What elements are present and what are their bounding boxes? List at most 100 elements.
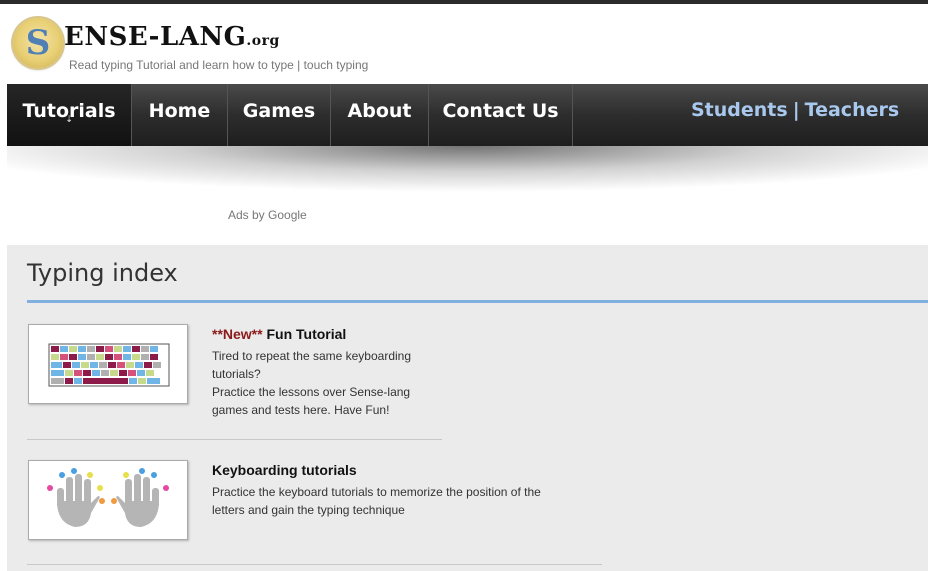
teachers-link[interactable]: Teachers	[805, 99, 900, 121]
keyboard-key	[101, 370, 109, 376]
audience-links: Students | Teachers	[691, 84, 899, 146]
keyboard-key	[150, 354, 158, 360]
left-hand-icon	[47, 468, 105, 527]
keyboard-key	[65, 370, 73, 376]
keyboard-key	[108, 362, 116, 368]
keyboard-key	[51, 354, 59, 360]
nav-label: About	[347, 100, 412, 122]
keyboard-key	[87, 346, 95, 352]
keyboard-key	[51, 362, 62, 368]
keyboard-key	[129, 378, 137, 384]
keyboard-key	[96, 354, 104, 360]
main-content: Typing index **New** Fun Tutorial Tired …	[7, 245, 928, 571]
students-link[interactable]: Students	[691, 99, 788, 121]
keyboard-key	[78, 354, 86, 360]
keyboard-key	[105, 346, 113, 352]
site-tld: .org	[246, 33, 280, 49]
keyboard-key	[96, 346, 104, 352]
keyboard-key	[90, 362, 98, 368]
fun-tutorial-thumbnail[interactable]	[28, 324, 188, 404]
site-logo-text[interactable]: ENSE-LANG.org	[64, 22, 280, 52]
keyboard-key	[150, 346, 158, 352]
keyboard-image	[48, 343, 170, 387]
keyboard-key	[63, 362, 71, 368]
description-line: Practice the lessons over Sense-lang	[212, 385, 411, 399]
nav-shadow	[7, 146, 928, 192]
nav-item-about[interactable]: About	[331, 84, 429, 146]
keyboard-key	[51, 346, 59, 352]
ads-label[interactable]: Ads by Google	[228, 208, 307, 222]
keyboard-key	[132, 346, 140, 352]
keyboard-key	[128, 370, 136, 376]
nav-label: Home	[148, 100, 211, 122]
item-divider	[27, 439, 442, 440]
keyboard-key	[138, 378, 146, 384]
keyboarding-thumbnail[interactable]	[28, 460, 188, 540]
keyboard-key	[72, 362, 80, 368]
keyboard-key	[114, 346, 122, 352]
keyboard-key	[74, 378, 82, 384]
description-line: tutorials?	[212, 367, 261, 381]
keyboard-key	[83, 378, 128, 384]
keyboard-key	[119, 370, 127, 376]
keyboard-key	[123, 346, 131, 352]
site-tagline: Read typing Tutorial and learn how to ty…	[69, 58, 369, 72]
keyboard-key	[74, 370, 82, 376]
page-title: Typing index	[27, 259, 178, 287]
keyboard-key	[153, 362, 161, 368]
new-badge: **New**	[212, 326, 263, 342]
nav-item-tutorials[interactable]: Tutorials ⇣	[7, 84, 132, 146]
keyboard-key	[87, 354, 95, 360]
keyboard-key	[141, 354, 149, 360]
fun-tutorial-title-text: Fun Tutorial	[266, 326, 347, 342]
dropdown-arrow-icon: ⇣	[65, 115, 73, 125]
right-hand-icon	[111, 468, 169, 527]
main-navigation: Tutorials ⇣ Home Games About Contact Us …	[7, 84, 928, 146]
keyboard-key	[69, 346, 77, 352]
nav-label: Contact Us	[442, 100, 559, 122]
keyboard-key	[60, 354, 68, 360]
keyboard-key	[110, 370, 118, 376]
fun-tutorial-description: Tired to repeat the same keyboarding tut…	[212, 347, 452, 419]
keyboard-key	[144, 362, 152, 368]
keyboard-key	[114, 354, 122, 360]
keyboard-key	[146, 370, 154, 376]
keyboard-key	[92, 370, 100, 376]
keyboard-key	[81, 362, 89, 368]
description-line: Practice the keyboard tutorials to memor…	[212, 485, 541, 499]
keyboard-key	[65, 378, 73, 384]
keyboarding-description: Practice the keyboard tutorials to memor…	[212, 483, 592, 519]
description-line: Tired to repeat the same keyboarding	[212, 349, 412, 363]
keyboard-key	[69, 354, 77, 360]
nav-item-home[interactable]: Home	[132, 84, 228, 146]
description-line: games and tests here. Have Fun!	[212, 403, 390, 417]
nav-item-games[interactable]: Games	[228, 84, 331, 146]
keyboarding-tutorials-title[interactable]: Keyboarding tutorials	[212, 462, 357, 478]
keyboard-key	[99, 362, 107, 368]
keyboard-key	[60, 346, 68, 352]
logo-badge-icon[interactable]: S	[13, 18, 63, 68]
nav-item-contact-us[interactable]: Contact Us	[429, 84, 573, 146]
keyboard-key	[141, 346, 149, 352]
keyboard-key	[137, 370, 145, 376]
keyboard-key	[123, 354, 131, 360]
link-separator: |	[792, 99, 800, 121]
site-header: S ENSE-LANG.org Read typing Tutorial and…	[0, 4, 928, 84]
keyboard-key	[78, 346, 86, 352]
keyboard-key	[117, 362, 125, 368]
hands-image	[47, 468, 169, 527]
fun-tutorial-title[interactable]: **New** Fun Tutorial	[212, 326, 346, 342]
logo-letter: S	[25, 23, 51, 63]
site-name: ENSE-LANG	[64, 22, 247, 52]
keyboard-key	[147, 378, 160, 384]
nav-label: Games	[242, 100, 316, 122]
item-divider	[27, 564, 602, 565]
keyboard-key	[132, 354, 140, 360]
keyboard-key	[83, 370, 91, 376]
keyboard-key	[51, 370, 64, 376]
description-line: letters and gain the typing technique	[212, 503, 405, 517]
keyboard-key	[126, 362, 134, 368]
title-divider	[27, 300, 928, 303]
keyboard-key	[105, 354, 113, 360]
keyboard-key	[135, 362, 143, 368]
